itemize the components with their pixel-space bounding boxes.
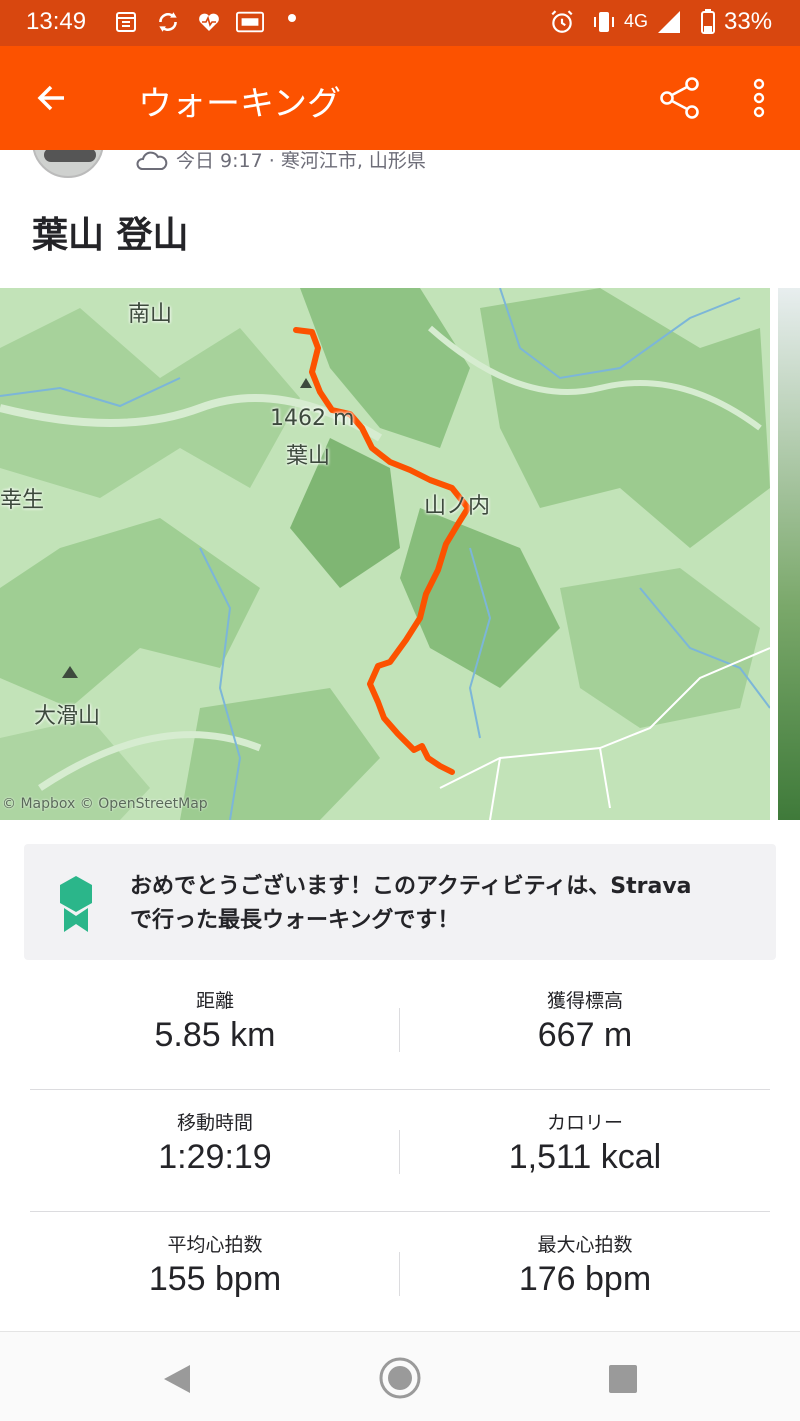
stat-value: 176 bpm (518, 1260, 652, 1298)
page-title: ウォーキング (138, 84, 341, 124)
app-bar: ウォーキング (0, 46, 800, 150)
map-label-sachio: 幸生 (0, 488, 45, 513)
stat-label: 獲得標高 (546, 990, 623, 1012)
nav-recents-button[interactable] (606, 1362, 640, 1396)
map-label-hayama: 葉山 (286, 444, 331, 469)
alarm-icon (548, 8, 576, 36)
map-label-summit-elevation: 1462 m (270, 406, 355, 431)
arrow-left-icon (37, 85, 64, 111)
map-label-minamiyama: 南山 (128, 302, 173, 327)
signal-icon (656, 8, 684, 36)
more-vert-icon (753, 78, 765, 118)
stat-value: 1:29:19 (158, 1138, 272, 1176)
stats-row: 平均心拍数 155 bpm 最大心拍数 176 bpm (30, 1212, 770, 1334)
route-map[interactable]: 南山 1462 m 葉山 山ノ内 幸生 大滑山 © Mapbox © OpenS… (0, 288, 770, 820)
nav-home-icon (379, 1357, 421, 1399)
weather-cloud-icon (136, 151, 168, 170)
battery-icon (694, 8, 722, 36)
back-button[interactable] (24, 72, 80, 124)
stat-label: 平均心拍数 (167, 1234, 263, 1256)
stat-calories: カロリー 1,511 kcal (400, 1090, 770, 1212)
share-icon (660, 77, 699, 119)
nav-back-button[interactable] (160, 1362, 194, 1396)
activity-title: 葉山 登山 (32, 215, 189, 256)
next-photo-preview[interactable] (778, 288, 800, 820)
stat-label: 最大心拍数 (537, 1234, 633, 1256)
stats-row: 距離 5.85 km 獲得標高 667 m (30, 968, 770, 1090)
stat-distance: 距離 5.85 km (30, 968, 400, 1090)
network-type: 4G (624, 11, 649, 31)
avatar[interactable] (32, 150, 104, 178)
stat-label: カロリー (546, 1112, 623, 1134)
activity-meta-text: 今日 9:17 · 寒河江市, 山形県 (176, 150, 426, 172)
activity-header: 今日 9:17 · 寒河江市, 山形県 (0, 150, 800, 190)
vibrate-icon (590, 8, 618, 36)
battery-percent: 33% (724, 8, 773, 35)
system-nav-bar (0, 1331, 800, 1421)
calendar-icon (112, 8, 140, 36)
stat-elevation-gain: 獲得標高 667 m (400, 968, 770, 1090)
more-options-button[interactable] (736, 70, 782, 126)
stats-grid: 距離 5.85 km 獲得標高 667 m 移動時間 1:29:19 カロリー … (30, 968, 770, 1334)
status-bar: 13:49 4G 33% (0, 0, 800, 46)
share-button[interactable] (652, 70, 708, 126)
stat-value: 1,511 kcal (508, 1138, 662, 1176)
app-badge-icon (236, 8, 264, 36)
achievement-line-1: おめでとうございます！このアクティビティは、Strava (130, 874, 692, 899)
heart-icon (195, 8, 223, 36)
nav-back-icon (164, 1365, 190, 1393)
status-time: 13:49 (26, 8, 87, 35)
map-attribution[interactable]: © Mapbox © OpenStreetMap (2, 796, 208, 812)
nav-recents-icon (609, 1365, 637, 1393)
stat-moving-time: 移動時間 1:29:19 (30, 1090, 400, 1212)
achievement-card: おめでとうございます！このアクティビティは、Strava で行った最長ウォーキン… (24, 844, 776, 960)
stat-value: 5.85 km (154, 1016, 276, 1054)
stat-label: 距離 (195, 990, 234, 1012)
stat-value: 155 bpm (148, 1260, 282, 1298)
stat-label: 移動時間 (176, 1112, 253, 1134)
stat-max-heart-rate: 最大心拍数 176 bpm (400, 1212, 770, 1334)
dot-icon (288, 14, 296, 22)
sync-icon (154, 8, 182, 36)
achievement-text: おめでとうございます！このアクティビティは、Strava で行った最長ウォーキン… (130, 870, 760, 938)
stats-row: 移動時間 1:29:19 カロリー 1,511 kcal (30, 1090, 770, 1212)
nav-home-button[interactable] (378, 1356, 422, 1400)
activity-meta: 今日 9:17 · 寒河江市, 山形県 (136, 150, 426, 173)
stat-avg-heart-rate: 平均心拍数 155 bpm (30, 1212, 400, 1334)
map-terrain (0, 288, 770, 820)
map-label-yamanouchi: 山ノ内 (424, 494, 491, 519)
stat-value: 667 m (537, 1016, 633, 1054)
award-badge-icon (60, 876, 92, 932)
achievement-line-2: で行った最長ウォーキングです！ (130, 908, 460, 933)
map-label-onameyama: 大滑山 (34, 704, 101, 729)
